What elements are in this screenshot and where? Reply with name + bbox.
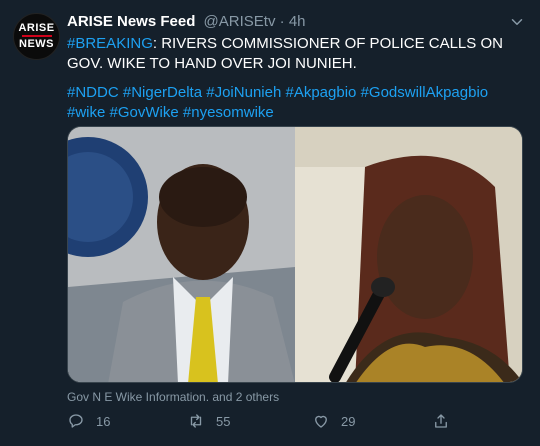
hashtag[interactable]: #nyesomwike — [183, 104, 274, 121]
separator-dot: · — [279, 13, 285, 30]
hashtag-breaking[interactable]: #BREAKING — [67, 35, 153, 52]
action-bar: 16 55 29 — [67, 412, 487, 434]
photo-right[interactable] — [295, 127, 522, 382]
hashtag-list: #NDDC #NigerDelta #JoiNunieh #Akpagbio #… — [67, 83, 519, 123]
tweet-media[interactable] — [67, 126, 523, 383]
hashtag[interactable]: #GovWike — [110, 104, 179, 121]
display-name[interactable]: ARISE News Feed — [67, 13, 195, 30]
heart-icon — [315, 415, 327, 428]
hashtag[interactable]: #wike — [67, 104, 105, 121]
tweet-text: #BREAKING: RIVERS COMMISSIONER OF POLICE… — [67, 34, 519, 74]
photo-man-illustration — [68, 127, 295, 382]
like-button[interactable]: 29 — [312, 412, 355, 430]
retweet-icon — [190, 414, 202, 428]
tweet-card[interactable]: ARISE NEWS ARISE News Feed @ARISEtv · 4h… — [0, 0, 540, 446]
media-attribution[interactable]: Gov N E Wike Information. and 2 others — [67, 390, 279, 404]
hashtag[interactable]: #NDDC — [67, 84, 119, 101]
like-count: 29 — [341, 413, 356, 429]
photo-left[interactable] — [68, 127, 295, 382]
share-button[interactable] — [432, 412, 461, 430]
avatar-logo-bar — [21, 35, 52, 37]
hashtag[interactable]: #GodswillAkpagbio — [361, 84, 489, 101]
avatar[interactable]: ARISE NEWS — [13, 13, 60, 60]
hashtag[interactable]: #JoiNunieh — [206, 84, 281, 101]
tweet-header: ARISE News Feed @ARISEtv · 4h — [67, 13, 306, 30]
avatar-logo-line2: NEWS — [19, 38, 54, 50]
reply-button[interactable]: 16 — [67, 412, 110, 430]
handle[interactable]: @ARISEtv — [204, 13, 276, 30]
timestamp[interactable]: 4h — [289, 13, 306, 30]
retweet-button[interactable]: 55 — [187, 412, 230, 430]
photo-woman-illustration — [295, 127, 522, 382]
retweet-count: 55 — [216, 413, 231, 429]
reply-icon — [69, 414, 83, 428]
hashtag[interactable]: #Akpagbio — [285, 84, 356, 101]
avatar-logo-line1: ARISE — [18, 22, 55, 34]
share-icon — [435, 414, 447, 428]
hashtag[interactable]: #NigerDelta — [123, 84, 202, 101]
chevron-down-icon[interactable] — [508, 13, 526, 31]
reply-count: 16 — [96, 413, 111, 429]
